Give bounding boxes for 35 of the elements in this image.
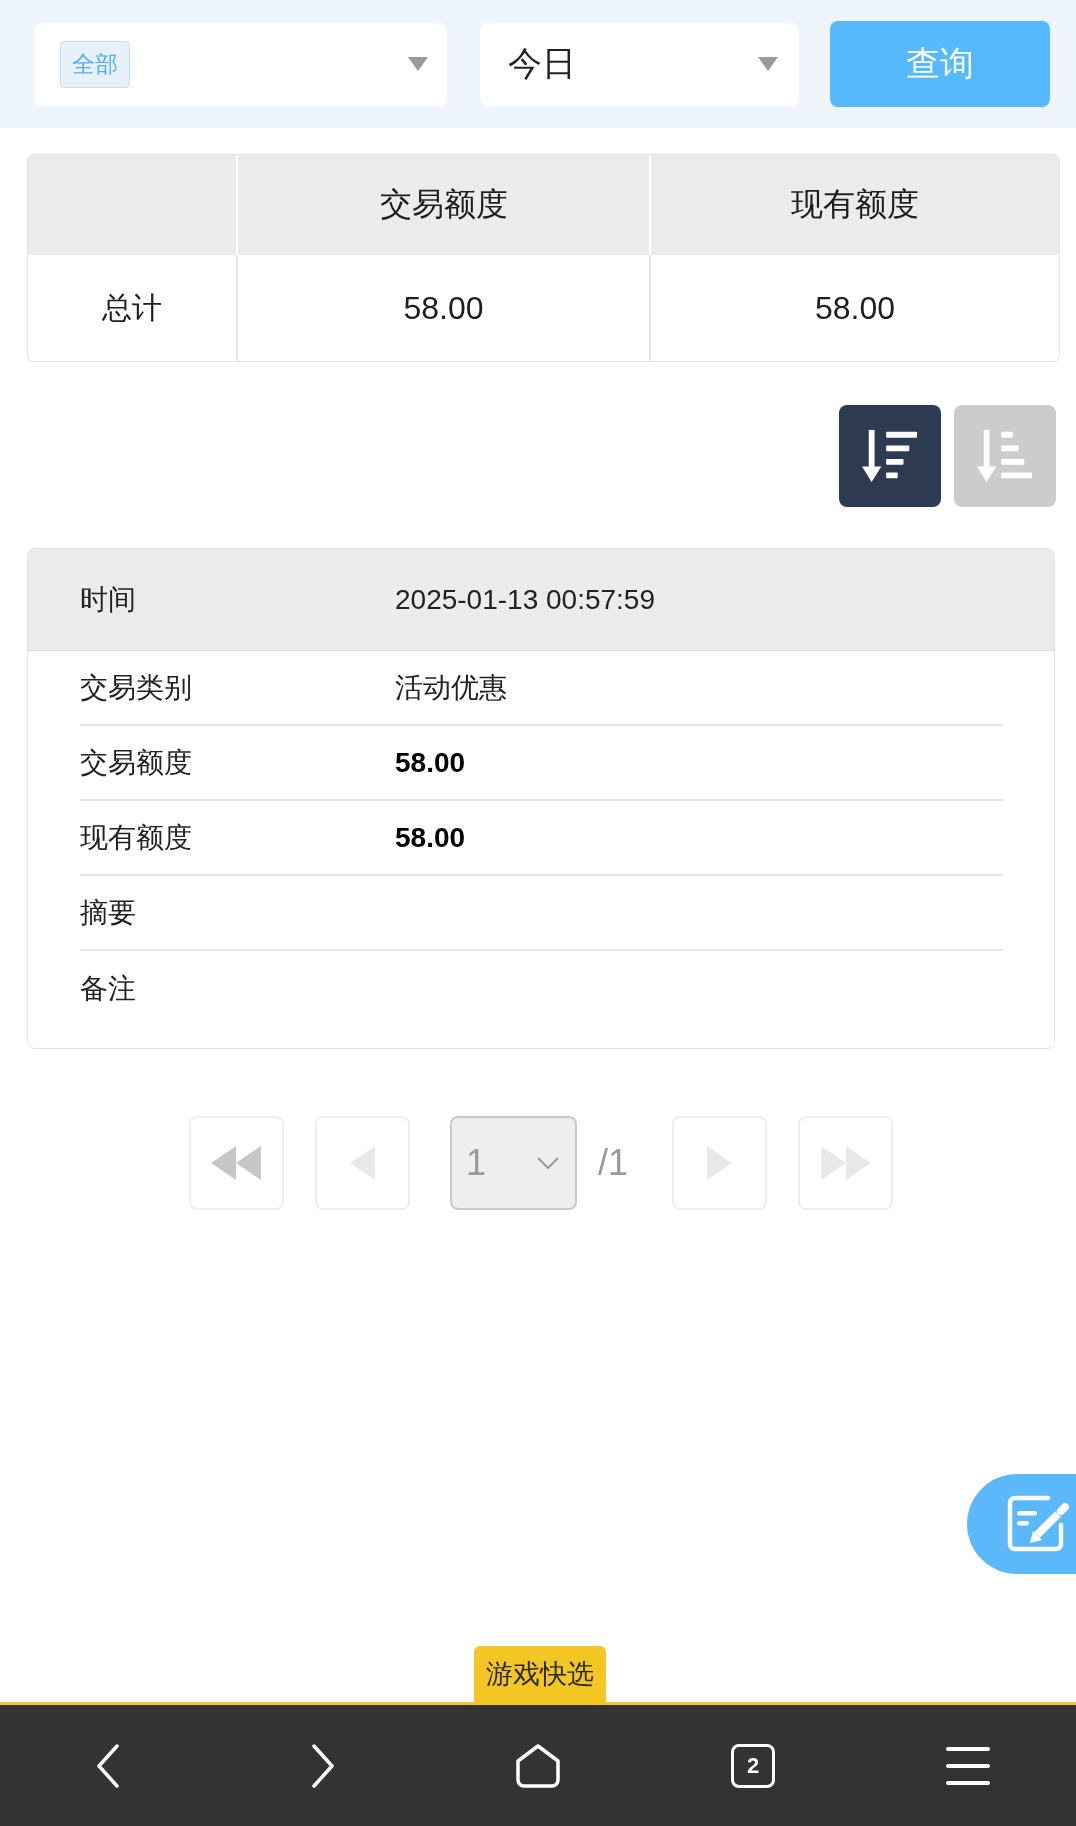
sort-descending-button[interactable] — [839, 405, 941, 507]
field-value: 58.00 — [395, 746, 466, 779]
field-value: 58.00 — [395, 821, 466, 854]
column-header: 交易额度 — [379, 185, 508, 224]
table-cell: 58.00 — [403, 289, 484, 327]
field-value: 2025-01-13 00:57:59 — [395, 583, 655, 616]
field-label: 现有额度 — [80, 820, 193, 855]
home-icon[interactable] — [515, 1743, 561, 1788]
column-header: 现有额度 — [791, 185, 919, 224]
first-page-button[interactable] — [189, 1116, 284, 1210]
note-pencil-icon — [1006, 1494, 1070, 1554]
caret-down-icon — [758, 57, 778, 71]
sort-ascending-icon — [976, 428, 1034, 484]
caret-down-icon — [408, 57, 428, 71]
field-label: 交易类别 — [80, 670, 193, 705]
chevron-left-icon[interactable] — [95, 1743, 120, 1788]
promo-tab[interactable]: 游戏快选 — [474, 1646, 606, 1702]
field-label: 摘要 — [80, 895, 137, 930]
page-total: /1 — [598, 1142, 628, 1184]
tab-count-button[interactable]: 2 — [731, 1743, 776, 1788]
period-select[interactable]: 今日 — [480, 22, 799, 106]
chevron-down-icon — [537, 1157, 559, 1169]
sort-ascending-button[interactable] — [954, 405, 1056, 507]
field-label: 时间 — [80, 582, 137, 617]
field-value: 活动优惠 — [395, 670, 507, 705]
sort-descending-icon — [861, 428, 919, 484]
field-label: 交易额度 — [80, 745, 193, 780]
menu-icon[interactable] — [946, 1746, 991, 1785]
field-label: 备注 — [80, 971, 137, 1006]
selected-tag: 全部 — [60, 40, 130, 88]
table-cell: 58.00 — [814, 289, 896, 327]
row-label: 总计 — [102, 289, 162, 326]
chevron-right-icon[interactable] — [310, 1743, 335, 1788]
double-left-triangle-icon — [211, 1146, 262, 1180]
edit-button[interactable] — [967, 1474, 1076, 1574]
